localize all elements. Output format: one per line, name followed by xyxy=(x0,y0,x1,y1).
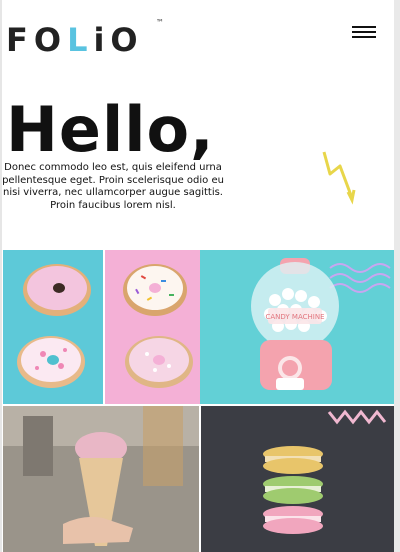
hero-paragraph: Donec commodo leo est, quis eleifend urn… xyxy=(2,162,224,211)
gallery-image-donut-pink[interactable] xyxy=(105,250,200,404)
logo-trademark: ™ xyxy=(156,18,164,27)
gallery-image-macarons[interactable] xyxy=(201,406,394,552)
gallery-image-donut-teal[interactable] xyxy=(3,250,103,404)
folio-logo[interactable]: FOLiO ™ xyxy=(6,18,164,59)
page-scrollbar[interactable] xyxy=(394,0,400,552)
page-left-border xyxy=(0,0,2,552)
lightning-bolt-icon xyxy=(322,151,356,205)
hero-title: Hello, xyxy=(6,93,215,166)
hamburger-menu-icon[interactable] xyxy=(352,26,376,40)
gallery-image-ice-cream[interactable] xyxy=(3,406,199,552)
image-gallery: CANDY MACHINE xyxy=(3,250,394,552)
candy-machine-label: CANDY MACHINE xyxy=(265,313,324,321)
gallery-image-candy-machine[interactable]: CANDY MACHINE xyxy=(200,250,394,404)
site-header: FOLiO ™ xyxy=(0,0,394,70)
logo-text: FOLiO xyxy=(6,21,144,59)
